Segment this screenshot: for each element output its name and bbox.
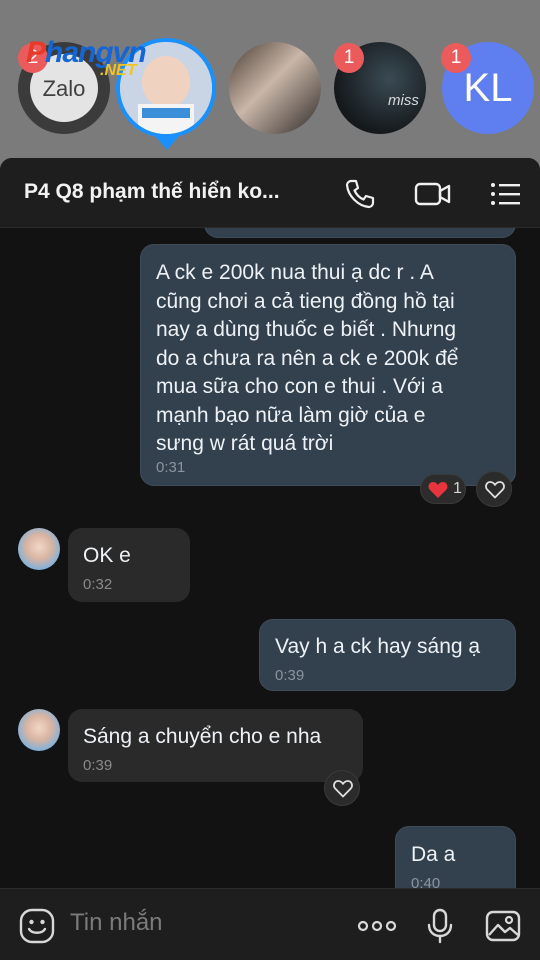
message-line: mạnh bạo nữa làm giờ của e [156, 403, 426, 427]
reaction-summary[interactable]: 1 [420, 474, 466, 504]
heart-outline-icon [333, 780, 353, 798]
video-camera-icon[interactable] [413, 176, 453, 212]
unread-badge-kl: 1 [441, 43, 471, 73]
watermark-sub: .NET [100, 62, 137, 79]
message-time: 0:31 [156, 459, 186, 476]
chat-window: P4 Q8 phạm thế hiển ko... A ck e 200k nu… [0, 158, 540, 960]
message-list[interactable]: A ck e 200k nua thui ạ dc r . A cũng chơ… [0, 228, 540, 888]
microphone-icon[interactable] [421, 907, 459, 945]
message-text: Da a [411, 843, 456, 866]
message-text: OK e [83, 544, 131, 567]
react-heart-button[interactable] [476, 471, 512, 507]
sender-avatar[interactable] [18, 709, 60, 751]
message-text: A ck e 200k nua thui ạ dc r . A cũng chơ… [156, 259, 458, 459]
image-icon[interactable] [484, 907, 522, 945]
kl-initials: KL [463, 66, 513, 110]
heart-filled-icon [428, 482, 448, 498]
message-line: mua sữa cho con e thui . Với a [156, 375, 443, 398]
message-time: 0:39 [83, 757, 113, 774]
reaction-count: 1 [453, 480, 462, 497]
message-text: Sáng a chuyển cho e nha [83, 725, 322, 748]
heart-outline-icon [485, 481, 505, 499]
chat-header: P4 Q8 phạm thế hiển ko... [0, 158, 540, 228]
conversation-title[interactable]: P4 Q8 phạm thế hiển ko... [24, 180, 324, 204]
message-time: 0:40 [411, 875, 441, 888]
sticker-smile-icon[interactable] [18, 907, 56, 945]
message-sent[interactable]: Da a 0:40 [395, 826, 516, 888]
message-received[interactable]: Sáng a chuyển cho e nha 0:39 [68, 709, 363, 782]
previous-message-tail[interactable] [204, 228, 516, 238]
message-composer: Tin nhắn [0, 888, 540, 960]
sender-avatar[interactable] [18, 528, 60, 570]
react-heart-button[interactable] [324, 770, 360, 806]
more-dots-icon[interactable] [356, 907, 398, 945]
message-time: 0:39 [275, 667, 305, 684]
chat-heads-bar: Phangvn .NET Zalo 2 miss 1 KL 1 [0, 0, 540, 160]
message-line: sưng w rát quá trời [156, 432, 334, 455]
phone-icon[interactable] [342, 176, 378, 212]
message-line: cũng chơi a cả tieng đồng hồ tại [156, 289, 455, 313]
message-input[interactable]: Tin nhắn [70, 909, 163, 937]
active-indicator [155, 136, 179, 150]
photo-text-decoration: miss [388, 92, 419, 109]
message-line: A ck e 200k nua thui ạ dc r . A [156, 261, 434, 284]
message-line: do a chưa ra nên a ck e 200k để [156, 346, 459, 370]
message-line: nay a dùng thuốc e biết . Nhưng [156, 318, 457, 341]
zalo-label: Zalo [42, 76, 86, 101]
message-time: 0:32 [83, 576, 113, 593]
message-sent-long[interactable]: A ck e 200k nua thui ạ dc r . A cũng chơ… [140, 244, 516, 486]
unread-badge-photo-3: 1 [334, 43, 364, 73]
message-text: Vay h a ck hay sáng ạ [275, 635, 481, 658]
chat-head-photo-2[interactable] [229, 42, 321, 134]
message-received[interactable]: OK e 0:32 [68, 528, 190, 602]
message-sent[interactable]: Vay h a ck hay sáng ạ 0:39 [259, 619, 516, 691]
menu-list-icon[interactable] [488, 176, 524, 212]
